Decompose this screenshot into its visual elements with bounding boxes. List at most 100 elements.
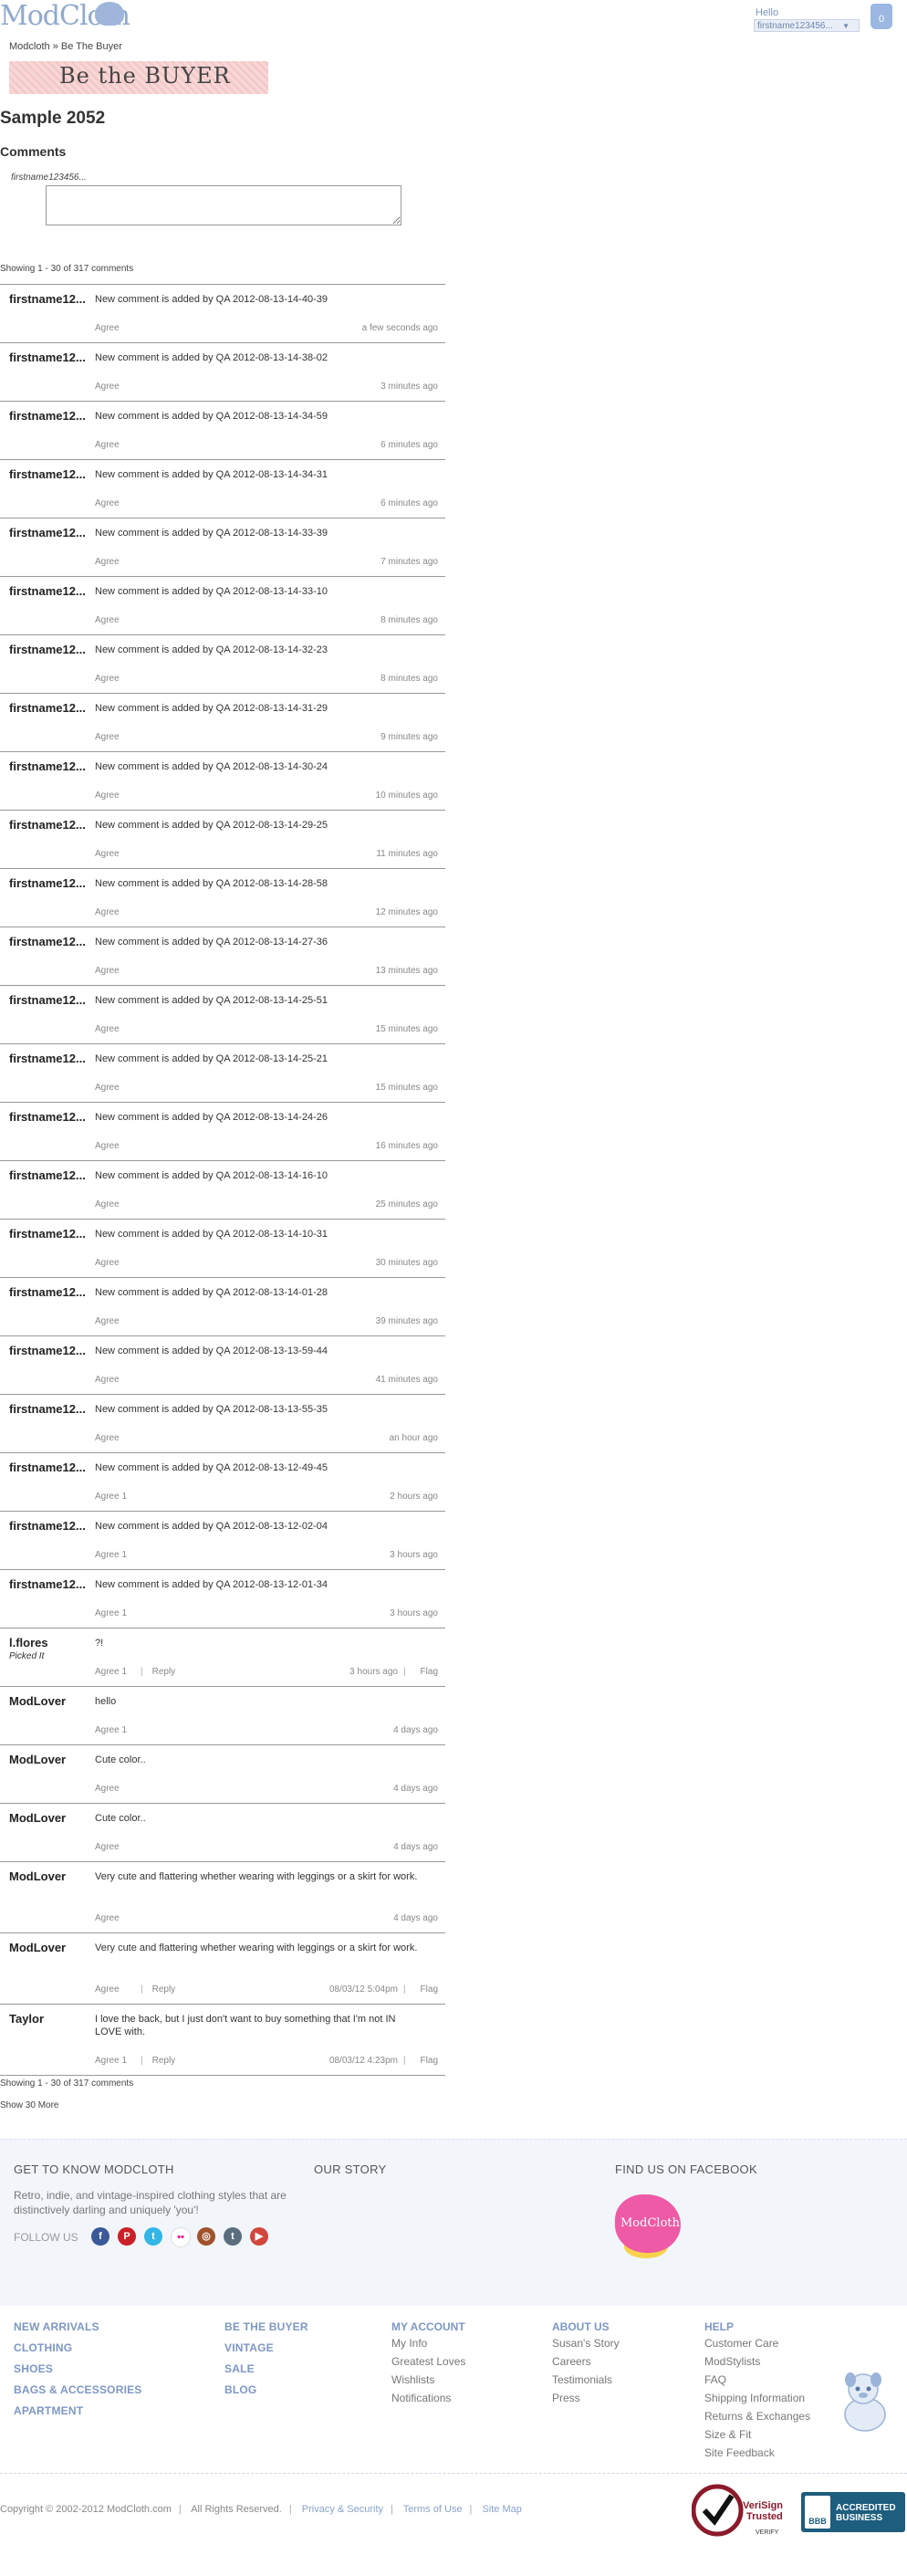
account-dropdown[interactable]: firstname123456... ▼ [754, 19, 860, 32]
comment-author[interactable]: firstname12... [9, 409, 91, 423]
reply-button[interactable]: Reply [141, 2056, 176, 2066]
about-us-heading[interactable]: ABOUT US [552, 2320, 620, 2333]
comment-author[interactable]: firstname12... [9, 1110, 91, 1124]
flag-button[interactable]: Flag [403, 2056, 438, 2066]
comment-author[interactable]: firstname12... [9, 1461, 91, 1474]
facebook-icon[interactable]: f [91, 2227, 109, 2246]
flag-button[interactable]: Flag [403, 1667, 438, 1677]
our-story-heading[interactable]: OUR STORY [314, 2162, 387, 2176]
breadcrumb[interactable]: Modcloth » Be The Buyer [9, 41, 122, 52]
comment-author[interactable]: firstname12... [9, 1052, 91, 1065]
footer-help-link[interactable]: FAQ [704, 2373, 810, 2386]
comment-author[interactable]: firstname12... [9, 1577, 91, 1591]
agree-button[interactable]: Agree [95, 791, 120, 801]
agree-button[interactable]: Agree 1 [95, 1608, 127, 1618]
agree-button[interactable]: Agree [95, 732, 120, 742]
agree-button[interactable]: Agree [95, 1784, 120, 1794]
footer-help-link[interactable]: ModStylists [704, 2355, 810, 2368]
comment-author[interactable]: firstname12... [9, 1402, 91, 1416]
footer-about-link[interactable]: Careers [552, 2355, 620, 2368]
facebook-page-thumbnail[interactable]: ModCloth [615, 2194, 681, 2260]
comment-author[interactable]: ModLover [9, 1694, 91, 1708]
comment-author[interactable]: firstname12... [9, 759, 91, 773]
agree-button[interactable]: Agree [95, 849, 120, 859]
comment-author[interactable]: firstname12... [9, 1285, 91, 1299]
footer-help-link[interactable]: Site Feedback [704, 2446, 810, 2459]
my-account-heading[interactable]: MY ACCOUNT [391, 2320, 465, 2333]
comment-author[interactable]: firstname12... [9, 1519, 91, 1533]
agree-button[interactable]: Agree [95, 615, 120, 625]
comment-author[interactable]: firstname12... [9, 818, 91, 832]
footer-shop-link[interactable]: BLOG [224, 2383, 308, 2396]
agree-button[interactable]: Agree [95, 440, 120, 450]
footer-shop-link[interactable]: SALE [224, 2362, 308, 2375]
comment-author[interactable]: ModLover [9, 1811, 91, 1825]
footer-about-link[interactable]: Testimonials [552, 2373, 620, 2386]
footer-shop-link[interactable]: APARTMENT [14, 2404, 142, 2417]
agree-button[interactable]: Agree [95, 557, 120, 567]
agree-button[interactable]: Agree 1 [95, 1492, 127, 1502]
comment-author[interactable]: firstname12... [9, 993, 91, 1007]
flag-button[interactable]: Flag [403, 1984, 438, 1995]
footer-help-link[interactable]: Size & Fit [704, 2428, 810, 2441]
agree-button[interactable]: Agree [95, 382, 120, 392]
footer-shop-link[interactable]: VINTAGE [224, 2341, 308, 2354]
bbb-accredited-badge[interactable]: BBB ACCREDITED BUSINESS [801, 2492, 905, 2532]
comment-author[interactable]: firstname12... [9, 935, 91, 948]
comment-author[interactable]: ModLover [9, 1869, 91, 1883]
agree-button[interactable]: Agree [95, 1375, 120, 1385]
agree-button[interactable]: Agree [95, 1024, 120, 1034]
agree-button[interactable]: Agree [95, 1984, 120, 1995]
agree-button[interactable]: Agree [95, 1842, 120, 1852]
footer-shop-link[interactable]: CLOTHING [14, 2341, 142, 2354]
footer-shop-link[interactable]: BAGS & ACCESSORIES [14, 2383, 142, 2396]
footer-account-link[interactable]: Wishlists [391, 2373, 465, 2386]
flickr-icon[interactable]: •• [171, 2227, 191, 2247]
footer-about-link[interactable]: Susan's Story [552, 2337, 620, 2350]
footer-shop-link[interactable]: NEW ARRIVALS [14, 2320, 142, 2333]
agree-button[interactable]: Agree 1 [95, 1725, 127, 1735]
agree-button[interactable]: Agree 1 [95, 1550, 127, 1560]
comment-author[interactable]: firstname12... [9, 876, 91, 890]
comment-author[interactable]: firstname12... [9, 526, 91, 539]
agree-button[interactable]: Agree [95, 1199, 120, 1209]
comment-author[interactable]: firstname12... [9, 1168, 91, 1182]
agree-button[interactable]: Agree [95, 907, 120, 917]
agree-button[interactable]: Agree 1 [95, 2056, 127, 2066]
verisign-trusted-badge[interactable]: VeriSign Trusted VERIFY [692, 2483, 788, 2538]
footer-help-link[interactable]: Shipping Information [704, 2392, 810, 2404]
show-more-link[interactable]: Show 30 More [0, 2100, 58, 2110]
instagram-icon[interactable]: ◎ [197, 2227, 215, 2246]
agree-button[interactable]: Agree 1 [95, 1667, 127, 1677]
comment-input[interactable] [46, 185, 401, 225]
agree-button[interactable]: Agree [95, 966, 120, 976]
comment-author[interactable]: firstname12... [9, 643, 91, 656]
comment-author[interactable]: firstname12... [9, 584, 91, 598]
footer-account-link[interactable]: Greatest Loves [391, 2355, 465, 2368]
comment-author[interactable]: l.flores [9, 1636, 91, 1649]
twitter-icon[interactable]: t [144, 2227, 162, 2246]
footer-shop-link[interactable]: BE THE BUYER [224, 2320, 308, 2333]
be-the-buyer-banner[interactable]: Be the BUYER [9, 61, 268, 94]
comment-author[interactable]: Taylor [9, 2012, 91, 2026]
pinterest-icon[interactable]: P [118, 2227, 136, 2246]
agree-button[interactable]: Agree [95, 323, 120, 333]
comment-author[interactable]: firstname12... [9, 292, 91, 306]
agree-button[interactable]: Agree [95, 674, 120, 684]
agree-button[interactable]: Agree [95, 1141, 120, 1151]
reply-button[interactable]: Reply [141, 1984, 176, 1995]
comment-author[interactable]: firstname12... [9, 351, 91, 364]
terms-link[interactable]: Terms of Use [403, 2504, 463, 2515]
agree-button[interactable]: Agree [95, 1433, 120, 1443]
footer-help-link[interactable]: Customer Care [704, 2337, 810, 2350]
agree-button[interactable]: Agree [95, 498, 120, 508]
comment-author[interactable]: firstname12... [9, 701, 91, 715]
comment-author[interactable]: firstname12... [9, 1227, 91, 1241]
comment-author[interactable]: firstname12... [9, 467, 91, 481]
footer-shop-link[interactable]: SHOES [14, 2362, 142, 2375]
comment-author[interactable]: ModLover [9, 1941, 91, 1954]
footer-help-link[interactable]: Returns & Exchanges [704, 2410, 810, 2423]
agree-button[interactable]: Agree [95, 1913, 120, 1923]
tumblr-icon[interactable]: t [224, 2227, 242, 2246]
agree-button[interactable]: Agree [95, 1258, 120, 1268]
